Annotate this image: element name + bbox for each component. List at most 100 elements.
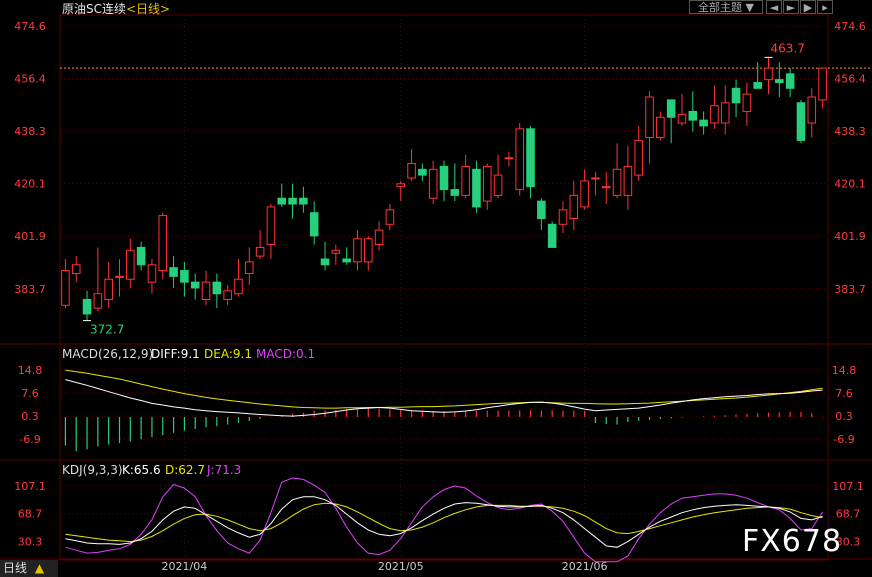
symbol-title: 原油SC连续 [62, 2, 126, 16]
macd-tick-label-right: 0.3 [835, 410, 853, 423]
kdj-k-value: K:65.6 [122, 463, 161, 477]
candle [255, 246, 265, 257]
macd-tick-label-right: 14.8 [832, 364, 857, 377]
candle [136, 246, 146, 266]
candle [720, 102, 730, 124]
candle [558, 209, 568, 225]
macd-tick-label: 7.6 [21, 387, 39, 400]
candle [742, 93, 752, 112]
candle [169, 267, 178, 277]
candle [299, 197, 308, 205]
candle [201, 281, 211, 300]
candle [493, 174, 503, 196]
kdj-tick-label: 107.1 [14, 480, 46, 493]
candle [418, 168, 427, 176]
candle [753, 82, 762, 89]
candle [320, 258, 330, 266]
candle [342, 258, 351, 263]
macd-tick-label: 14.8 [18, 364, 43, 377]
candle [818, 67, 827, 101]
kdj-j-line [65, 477, 824, 563]
candle [223, 290, 232, 301]
candle [623, 165, 633, 196]
candle [61, 270, 70, 306]
x-tick-label: 2021/04 [162, 560, 208, 573]
candle [807, 96, 817, 124]
y-tick-label-right: 420.1 [834, 177, 866, 190]
candle [699, 119, 708, 127]
y-tick-label: 438.3 [14, 125, 46, 138]
candle [764, 67, 773, 81]
candle [353, 238, 362, 263]
y-tick-label-right: 456.4 [834, 72, 866, 85]
y-tick-label: 401.9 [14, 230, 46, 243]
candle [688, 110, 698, 121]
candle [126, 249, 135, 280]
candle [482, 165, 492, 202]
kdj-tick-label: 30.3 [18, 535, 43, 548]
step-right-icon[interactable]: ► [783, 0, 799, 14]
period-link[interactable]: <日线> [126, 2, 170, 16]
candle [180, 270, 189, 283]
candle [288, 197, 297, 205]
theme-select[interactable]: 全部主题 ▼ [689, 0, 763, 14]
y-tick-label-right: 438.3 [834, 125, 866, 138]
candle [115, 275, 124, 278]
candle [785, 73, 795, 89]
step-left-icon[interactable]: ◄ [766, 0, 782, 14]
watermark: FX678 [742, 524, 843, 559]
triangle-down-icon: ▼ [745, 1, 754, 14]
triangle-right-icon[interactable]: ▶ [800, 0, 816, 14]
candle [731, 87, 741, 104]
candle [601, 186, 611, 189]
triangle-up-icon: ▲ [34, 561, 45, 575]
candle [234, 278, 243, 295]
y-tick-label-right: 383.7 [834, 283, 866, 296]
y-tick-label: 383.7 [14, 283, 46, 296]
candle [71, 264, 81, 274]
candle [710, 105, 719, 124]
candle [82, 299, 92, 315]
candle [385, 209, 395, 225]
candle [580, 180, 589, 208]
candle [331, 249, 341, 254]
kdj-j-value: J:71.3 [207, 463, 242, 477]
candle [428, 168, 438, 199]
y-tick-label: 456.4 [14, 72, 46, 85]
macd-tick-label-right: -6.9 [833, 433, 854, 446]
macd-value: MACD:0.1 [256, 347, 316, 361]
expand-icon[interactable]: ▸ [817, 0, 833, 14]
candle [439, 165, 449, 191]
kdj-d-value: D:62.7 [165, 463, 206, 477]
y-tick-label: 420.1 [14, 177, 46, 190]
candle [526, 128, 535, 188]
candle [775, 79, 784, 84]
candle [363, 238, 373, 263]
chart-canvas[interactable]: 474.6 474.6 456.4 456.4 438.3 438.3 420.1 420.1… [0, 0, 872, 577]
kdj-tick-label-right: 68.7 [836, 508, 861, 521]
candle [569, 194, 579, 220]
candle [309, 212, 319, 237]
low-label: 372.7 [90, 323, 124, 337]
candle [407, 163, 416, 179]
theme-select-label: 全部主题 [698, 1, 743, 14]
diff-line [65, 379, 823, 417]
dea-line [65, 369, 823, 409]
candle [93, 293, 103, 309]
candle [266, 206, 276, 246]
macd-tick-label-right: 7.6 [835, 387, 853, 400]
kdj-k-line [65, 496, 823, 548]
candle [461, 165, 470, 196]
period-selector[interactable]: 日线 ▲ [0, 560, 58, 577]
candle [677, 113, 687, 124]
macd-tick-label: -6.9 [19, 433, 40, 446]
candle [104, 278, 113, 300]
macd-dea-value: DEA:9.1 [204, 347, 252, 361]
plot-frame [59, 14, 829, 561]
period-label: 日线 [3, 561, 28, 575]
candle [212, 281, 222, 295]
candle [147, 264, 157, 283]
candle [504, 157, 514, 160]
candle [245, 261, 254, 274]
y-tick-label-right: 474.6 [834, 20, 866, 33]
